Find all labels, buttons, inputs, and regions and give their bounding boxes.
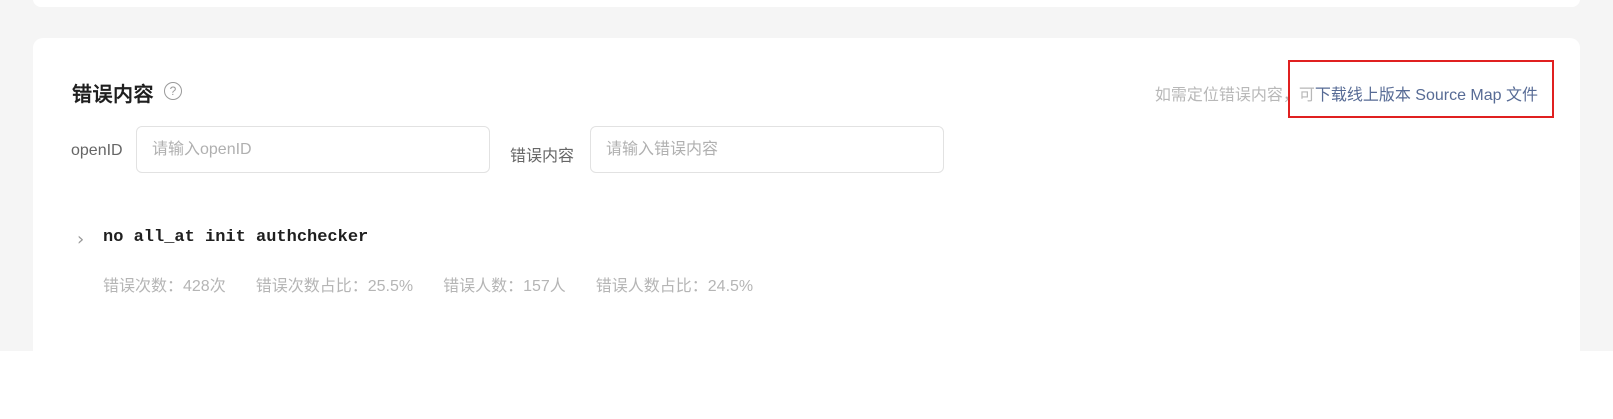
error-stats: 错误次数：428次 错误次数占比：25.5% 错误人数：157人 错误人数占比：… xyxy=(103,272,753,296)
openid-label: openID xyxy=(71,142,123,159)
error-content-input[interactable] xyxy=(590,126,944,173)
openid-input[interactable] xyxy=(136,126,490,173)
page-background: 错误内容 ? 如需定位错误内容，可下载线上版本 Source Map 文件 op… xyxy=(0,0,1613,358)
error-user-ratio: 错误人数占比：24.5% xyxy=(595,278,754,295)
error-content-label: 错误内容 xyxy=(510,148,575,165)
error-message[interactable]: no all_at init authchecker xyxy=(103,228,368,247)
previous-card xyxy=(33,0,1580,7)
help-circle-icon[interactable]: ? xyxy=(164,82,182,100)
error-user-count: 错误人数：157人 xyxy=(443,278,566,295)
highlight-box xyxy=(1288,60,1554,118)
error-count: 错误次数：428次 xyxy=(103,278,226,295)
section-title: 错误内容 xyxy=(72,84,154,106)
error-count-ratio: 错误次数占比：25.5% xyxy=(255,278,414,295)
error-content-card: 错误内容 ? 如需定位错误内容，可下载线上版本 Source Map 文件 op… xyxy=(33,38,1580,358)
chevron-right-icon[interactable]: › xyxy=(77,229,84,250)
